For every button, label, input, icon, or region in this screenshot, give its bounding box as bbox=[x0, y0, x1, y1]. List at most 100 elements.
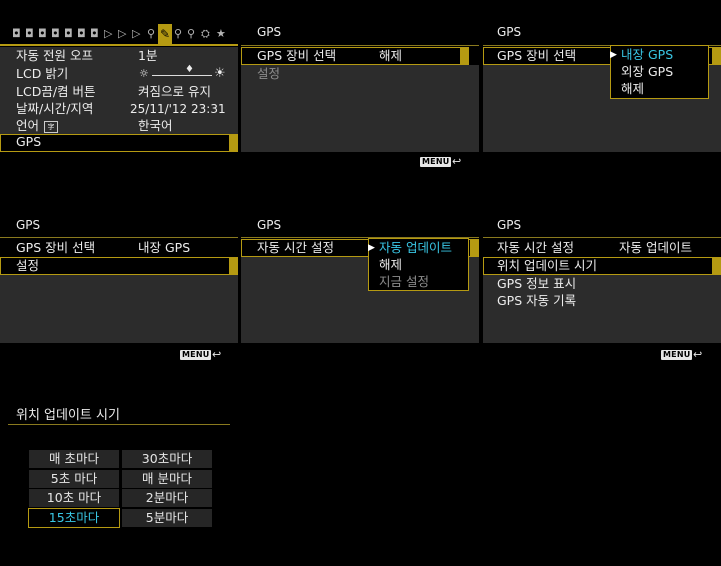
lcd-brightness-label[interactable]: LCD 밝기 bbox=[16, 65, 68, 83]
my-menu-star-icon[interactable]: ★ bbox=[216, 27, 226, 41]
option-builtin-gps[interactable]: 내장 GPS bbox=[621, 46, 673, 64]
brightness-low-icon: ☼ bbox=[139, 67, 149, 80]
auto-power-off-label[interactable]: 자동 전원 오프 bbox=[16, 47, 93, 65]
menu-button[interactable]: MENU bbox=[661, 350, 693, 360]
menu-row-bg bbox=[241, 83, 479, 101]
camera-tab-5-icon[interactable]: ◘ bbox=[64, 27, 73, 41]
setup-tab-4-icon[interactable]: ⚲ bbox=[187, 27, 195, 41]
gps-device-options-popup: ▶ 내장 GPS 외장 GPS 해제 bbox=[610, 45, 709, 99]
interval-5-minutes[interactable]: 5분마다 bbox=[122, 509, 212, 527]
panel-title: 위치 업데이트 시기 bbox=[16, 408, 120, 423]
menu-row-bg bbox=[0, 275, 238, 293]
position-update-interval-label[interactable]: 위치 업데이트 시기 bbox=[497, 257, 597, 275]
settings-label[interactable]: 설정 bbox=[16, 257, 39, 275]
option-auto-update[interactable]: 자동 업데이트 bbox=[379, 239, 452, 257]
panel-title: GPS bbox=[497, 25, 522, 39]
camera-tab-6-icon[interactable]: ◘ bbox=[77, 27, 86, 41]
option-external-gps[interactable]: 외장 GPS bbox=[621, 63, 673, 81]
camera-tab-1-icon[interactable]: ◘ bbox=[12, 27, 21, 41]
auto-time-setting-value: 자동 업데이트 bbox=[619, 240, 692, 255]
selection-pointer-icon: ▶ bbox=[368, 243, 375, 253]
gps-auto-logging-label[interactable]: GPS 자동 기록 bbox=[497, 292, 576, 310]
gps-menu-panel-1: GPS GPS 장비 선택 해제 설정 bbox=[241, 0, 479, 183]
interval-2-minutes[interactable]: 2분마다 bbox=[122, 489, 212, 507]
gps-device-select-label[interactable]: GPS 장비 선택 bbox=[16, 239, 95, 257]
gps-device-select-label[interactable]: GPS 장비 선택 bbox=[257, 47, 336, 65]
auto-time-setting-label[interactable]: 자동 시간 설정 bbox=[257, 239, 334, 257]
interval-every-second[interactable]: 매 초마다 bbox=[29, 450, 119, 468]
back-arrow-icon[interactable]: ↩ bbox=[452, 156, 461, 167]
language-value: 한국어 bbox=[138, 118, 173, 133]
back-arrow-icon[interactable]: ↩ bbox=[693, 349, 702, 360]
language-icon: 字 bbox=[44, 121, 58, 133]
setup-tab-3-icon[interactable]: ⚲ bbox=[174, 27, 182, 41]
auto-time-options-popup: ▶ 자동 업데이트 해제 지금 설정 bbox=[368, 238, 469, 291]
interval-15-seconds-selected[interactable]: 15초마다 bbox=[28, 508, 120, 528]
option-disable[interactable]: 해제 bbox=[379, 256, 402, 274]
menu-row-bg bbox=[483, 134, 721, 152]
menu-row-bg bbox=[241, 326, 479, 343]
option-set-now-disabled: 지금 설정 bbox=[379, 274, 429, 289]
camera-tab-3-icon[interactable]: ◘ bbox=[38, 27, 47, 41]
menu-row-bg bbox=[241, 134, 479, 152]
gps-menu-label[interactable]: GPS bbox=[16, 133, 41, 151]
playback-tab-1-icon[interactable]: ▷ bbox=[104, 27, 112, 41]
custom-function-tab-icon[interactable]: ⛭ bbox=[201, 27, 210, 41]
gps-settings-panel-1: GPS 자동 시간 설정 ▶ 자동 업데이트 해제 지금 설정 bbox=[241, 193, 479, 345]
lcd-off-on-button-label[interactable]: LCD끔/켬 버튼 bbox=[16, 83, 96, 101]
menu-row-bg bbox=[0, 292, 238, 310]
gps-device-select-value: 내장 GPS bbox=[138, 240, 191, 255]
title-underline bbox=[241, 45, 479, 46]
menu-row-bg bbox=[483, 326, 721, 343]
menu-row-bg bbox=[483, 117, 721, 135]
setup-tab-active-icon[interactable]: ✎ bbox=[158, 24, 172, 44]
date-time-zone-value: 25/11/'12 23:31 bbox=[130, 102, 226, 116]
brightness-slider: ☼ ♦ ☀ bbox=[138, 64, 230, 83]
lcd-off-on-button-value: 켜짐으로 유지 bbox=[138, 84, 211, 99]
title-underline bbox=[483, 237, 721, 238]
date-time-zone-label[interactable]: 날짜/시간/지역 bbox=[16, 100, 93, 118]
auto-time-setting-label[interactable]: 자동 시간 설정 bbox=[497, 239, 574, 257]
interval-30-seconds[interactable]: 30초마다 bbox=[122, 450, 212, 468]
interval-every-minute[interactable]: 매 분마다 bbox=[122, 470, 212, 488]
camera-tab-4-icon[interactable]: ◘ bbox=[51, 27, 60, 41]
panel-title: GPS bbox=[257, 218, 282, 232]
panel-title: GPS bbox=[497, 218, 522, 232]
tab-underline bbox=[0, 44, 238, 46]
gps-device-select-label[interactable]: GPS 장비 선택 bbox=[497, 47, 576, 65]
menu-row-bg bbox=[241, 309, 479, 327]
menu-button[interactable]: MENU bbox=[180, 350, 212, 360]
brightness-high-icon: ☀ bbox=[214, 66, 226, 81]
playback-tab-3-icon[interactable]: ▷ bbox=[132, 27, 140, 41]
interval-5-seconds[interactable]: 5초 마다 bbox=[29, 470, 119, 488]
setup-tab-1-icon[interactable]: ⚲ bbox=[147, 27, 155, 41]
menu-row-bg bbox=[241, 100, 479, 118]
menu-button[interactable]: MENU bbox=[420, 157, 452, 167]
option-disable[interactable]: 해제 bbox=[621, 80, 644, 98]
camera-tab-2-icon[interactable]: ◘ bbox=[25, 27, 34, 41]
gps-menu-panel-3: GPS GPS 장비 선택 내장 GPS 설정 bbox=[0, 193, 238, 345]
brightness-marker-icon: ♦ bbox=[185, 64, 194, 75]
settings-item-disabled: 설정 bbox=[257, 66, 281, 81]
camera-tab-7-icon[interactable]: ◘ bbox=[90, 27, 99, 41]
setup-menu-panel: ◘ ◘ ◘ ◘ ◘ ◘ ◘ ▷ ▷ ▷ ⚲ ✎ ⚲ ⚲ ⛭ ★ 자동 전원 오프… bbox=[0, 0, 238, 183]
brightness-track bbox=[152, 75, 212, 76]
selection-pointer-icon: ▶ bbox=[610, 50, 617, 60]
panel-title: GPS bbox=[16, 218, 41, 232]
playback-tab-2-icon[interactable]: ▷ bbox=[118, 27, 126, 41]
menu-row-bg bbox=[241, 292, 479, 310]
gps-device-select-value: 해제 bbox=[379, 48, 403, 63]
title-underline bbox=[0, 237, 238, 238]
gps-info-display-label[interactable]: GPS 정보 표시 bbox=[497, 275, 576, 293]
interval-10-seconds[interactable]: 10초 마다 bbox=[29, 489, 119, 507]
gps-settings-panel-2: GPS 자동 시간 설정 자동 업데이트 위치 업데이트 시기 GPS 정보 표… bbox=[483, 193, 721, 345]
auto-power-off-value: 1분 bbox=[138, 48, 158, 63]
menu-row-bg bbox=[0, 326, 238, 343]
panel-title: GPS bbox=[257, 25, 282, 39]
gps-menu-panel-2: GPS GPS 장비 선택 ▶ 내장 GPS 외장 GPS 해제 bbox=[483, 0, 721, 183]
title-underline bbox=[8, 424, 230, 425]
menu-row-bg bbox=[241, 117, 479, 135]
back-arrow-icon[interactable]: ↩ bbox=[212, 349, 221, 360]
menu-row-bg bbox=[483, 100, 721, 118]
menu-tab-bar: ◘ ◘ ◘ ◘ ◘ ◘ ◘ ▷ ▷ ▷ ⚲ ✎ ⚲ ⚲ ⛭ ★ bbox=[8, 24, 238, 44]
